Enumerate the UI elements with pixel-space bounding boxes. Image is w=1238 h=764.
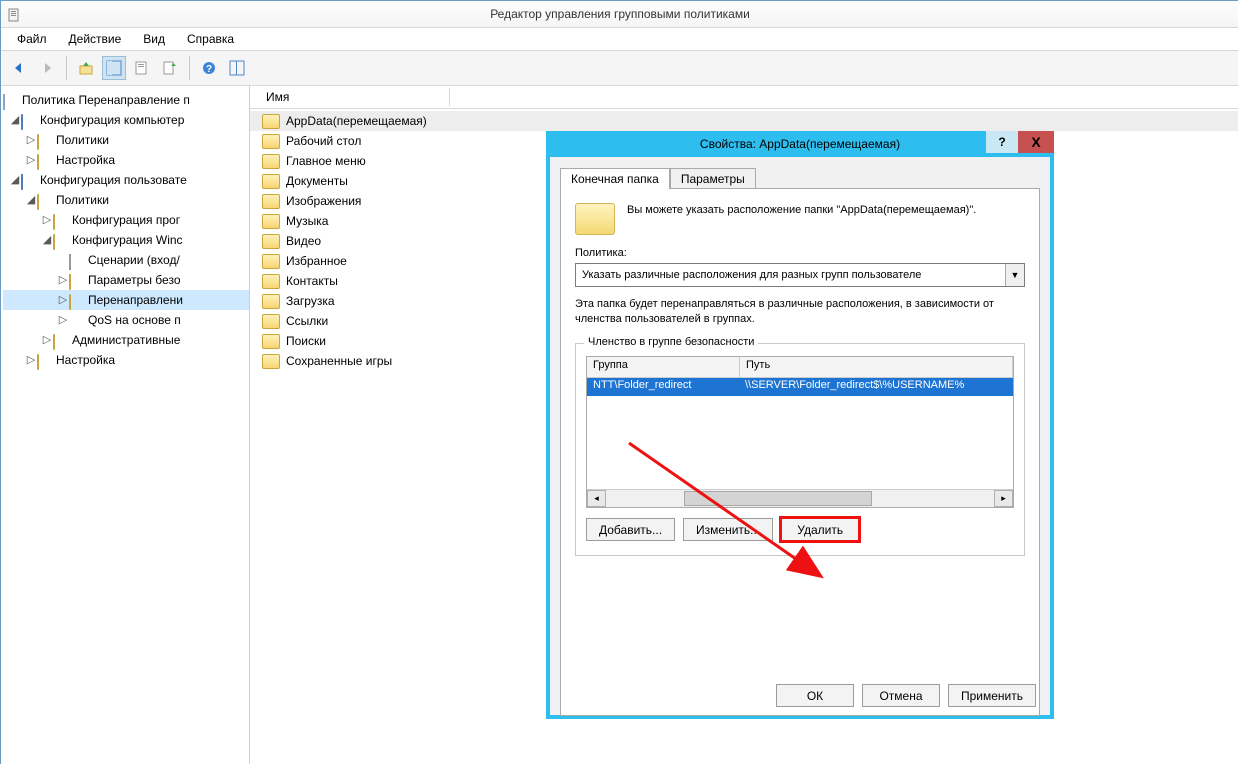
tab-params[interactable]: Параметры (670, 168, 756, 189)
tree-admin-templates[interactable]: ▷Административные (3, 330, 249, 350)
tree-comp-policies[interactable]: ▷Политики (3, 130, 249, 150)
properties-dialog: Свойства: AppData(перемещаемая) ? X Коне… (546, 131, 1054, 719)
tree-root[interactable]: Политика Перенаправление п (3, 90, 249, 110)
tree-windows-config[interactable]: ◢Конфигурация Winc (3, 230, 249, 250)
folder-icon (575, 203, 615, 235)
help-button[interactable]: ? (197, 56, 221, 80)
list-header[interactable]: Имя (250, 86, 1238, 109)
menu-file[interactable]: Файл (7, 30, 57, 48)
menubar: Файл Действие Вид Справка (1, 28, 1238, 51)
ok-button[interactable]: ОК (776, 684, 854, 707)
forward-button[interactable] (35, 56, 59, 80)
tree-scripts[interactable]: Сценарии (вход/ (3, 250, 249, 270)
svg-text:?: ? (206, 64, 212, 75)
back-button[interactable] (7, 56, 31, 80)
show-tree-button[interactable] (102, 56, 126, 80)
membership-grid[interactable]: Группа Путь NTT\Folder_redirect \\SERVER… (586, 356, 1014, 508)
grid-row-selected[interactable]: NTT\Folder_redirect \\SERVER\Folder_redi… (587, 378, 1013, 396)
dialog-close-button[interactable]: X (1018, 131, 1054, 153)
gpmc-window: Редактор управления групповыми политикам… (0, 0, 1238, 764)
up-button[interactable] (74, 56, 98, 80)
apply-button[interactable]: Применить (948, 684, 1036, 707)
group-legend: Членство в группе безопасности (584, 336, 758, 348)
cancel-button[interactable]: Отмена (862, 684, 940, 707)
tree-qos[interactable]: ▷QoS на основе п (3, 310, 249, 330)
col-group[interactable]: Группа (587, 357, 740, 377)
list-item[interactable]: AppData(перемещаемая) (250, 111, 1238, 131)
filter-button[interactable] (225, 56, 249, 80)
app-icon (7, 6, 23, 22)
tree-folder-redirection[interactable]: ▷Перенаправлени (3, 290, 249, 310)
tree-user-policies[interactable]: ◢Политики (3, 190, 249, 210)
policy-value[interactable] (576, 269, 1005, 281)
add-button[interactable]: Добавить... (586, 518, 675, 541)
edit-button[interactable]: Изменить... (683, 518, 773, 541)
toolbar-separator-2 (189, 56, 190, 80)
tree-computer-config[interactable]: ◢Конфигурация компьютер (3, 110, 249, 130)
export-button[interactable] (158, 56, 182, 80)
dialog-title: Свойства: AppData(перемещаемая) (700, 137, 900, 151)
tab-page-target: Вы можете указать расположение папки "Ap… (560, 188, 1040, 716)
tree-user-settings[interactable]: ▷Настройка (3, 350, 249, 370)
delete-button[interactable]: Удалить (781, 518, 859, 541)
scroll-right-icon[interactable]: ▸ (994, 490, 1013, 507)
scroll-left-icon[interactable]: ◂ (587, 490, 606, 507)
menu-help[interactable]: Справка (177, 30, 244, 48)
tabstrip: Конечная папка Параметры (550, 157, 1050, 188)
dialog-help-button[interactable]: ? (986, 131, 1018, 153)
horizontal-scrollbar[interactable]: ◂ ▸ (587, 489, 1013, 507)
toolbar: ? (1, 51, 1238, 86)
dropdown-icon[interactable]: ▼ (1005, 264, 1024, 286)
col-path[interactable]: Путь (740, 357, 1013, 377)
tree-user-config[interactable]: ◢Конфигурация пользовате (3, 170, 249, 190)
tree-pane: Политика Перенаправление п ◢Конфигурация… (1, 86, 250, 764)
security-membership-group: Членство в группе безопасности Группа Пу… (575, 343, 1025, 556)
tab-target[interactable]: Конечная папка (560, 168, 670, 189)
menu-view[interactable]: Вид (133, 30, 175, 48)
tree-comp-settings[interactable]: ▷Настройка (3, 150, 249, 170)
policy-combo[interactable]: ▼ (575, 263, 1025, 287)
titlebar: Редактор управления групповыми политикам… (1, 1, 1238, 28)
scroll-thumb[interactable] (684, 491, 872, 506)
menu-action[interactable]: Действие (59, 30, 132, 48)
dialog-titlebar[interactable]: Свойства: AppData(перемещаемая) ? X (546, 131, 1054, 157)
intro-text: Вы можете указать расположение папки "Ap… (627, 203, 976, 218)
tree-security[interactable]: ▷Параметры безо (3, 270, 249, 290)
tree-software-config[interactable]: ▷Конфигурация прог (3, 210, 249, 230)
window-title: Редактор управления групповыми политикам… (490, 7, 750, 21)
properties-button[interactable] (130, 56, 154, 80)
toolbar-separator (66, 56, 67, 80)
policy-label: Политика: (575, 247, 1025, 259)
policy-description: Эта папка будет перенаправляться в разли… (575, 297, 1025, 327)
